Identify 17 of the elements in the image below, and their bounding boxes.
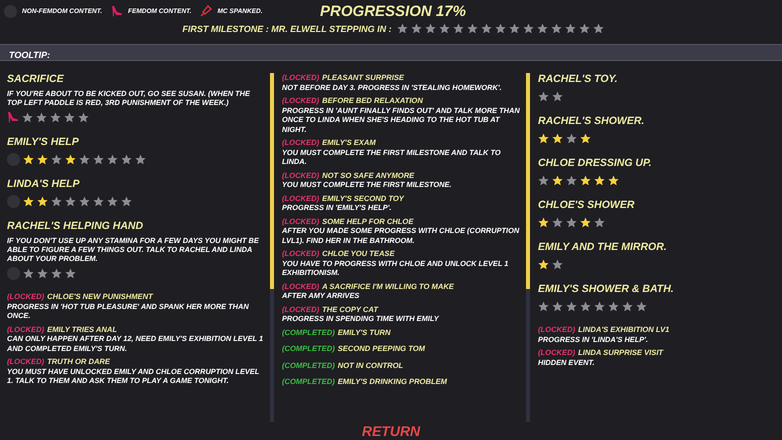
scene-title: CHLOE DRESSING UP. [538, 157, 653, 170]
paddle-icon [200, 5, 212, 17]
scene-title: SACRIFICE [7, 73, 65, 86]
tooltip-label: TOOLTIP: [9, 50, 50, 60]
scene-title: LINDA'S HELP [7, 178, 81, 191]
scene-title: RACHEL'S HELPING HAND [7, 220, 144, 233]
scene-title: EMILY AND THE MIRROR. [538, 241, 668, 254]
scene-title: RACHEL'S TOY. [538, 73, 619, 86]
scene-title: EMILY'S HELP [7, 136, 80, 149]
scene-title: EMILY'S SHOWER & BATH. [538, 283, 675, 296]
return-button[interactable]: RETURN [358, 422, 424, 440]
progress-title: PROGRESSION 17% [320, 3, 466, 21]
scene-title: CHLOE'S SHOWER [538, 199, 636, 212]
high-heel-icon [111, 5, 124, 17]
milestone-label: FIRST MILESTONE : MR. ELWELL STEPPING IN : [182, 24, 392, 34]
high-heel-icon [7, 111, 19, 123]
scene-title: RACHEL'S SHOWER. [538, 115, 646, 128]
